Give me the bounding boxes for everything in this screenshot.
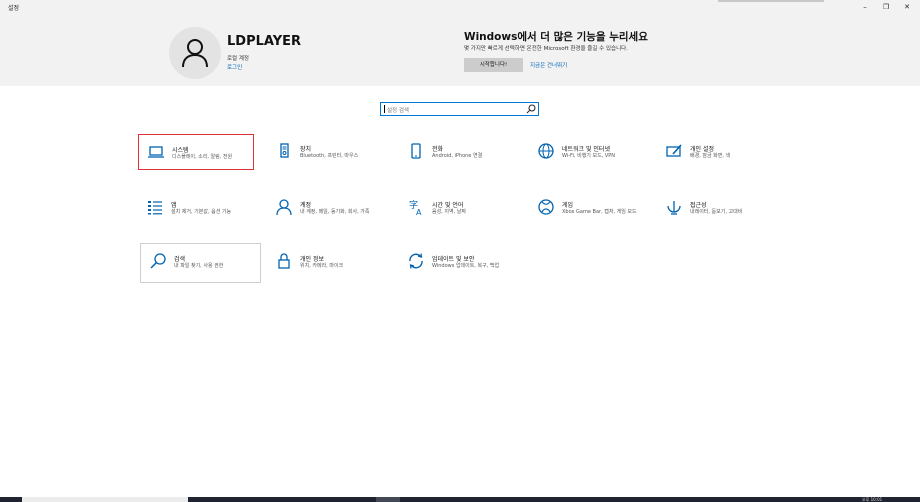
tile-devices[interactable]: 장치 Bluetooth, 프린터, 마우스 [267, 134, 383, 170]
xbox-icon [538, 199, 554, 215]
login-link[interactable]: 로그인 [227, 63, 242, 71]
globe-icon [538, 143, 554, 159]
title-bar-strip [718, 0, 824, 2]
app-title: 설정 [8, 5, 20, 12]
tile-privacy[interactable]: 개인 정보 위치, 카메라, 마이크 [267, 244, 383, 280]
tile-description: 배경, 잠금 화면, 색 [690, 153, 731, 159]
tile-title: 업데이트 및 보안 [432, 256, 475, 263]
devices-icon [280, 143, 289, 158]
minimize-button[interactable]: – [858, 2, 872, 13]
tile-apps[interactable]: 앱 설치 제거, 기본값, 옵션 기능 [138, 190, 254, 226]
tile-personalization[interactable]: 개인 설정 배경, 잠금 화면, 색 [657, 134, 773, 170]
tile-description: 디스플레이, 소리, 알림, 전원 [172, 154, 233, 160]
tile-title: 전화 [432, 146, 444, 153]
lock-icon [278, 253, 290, 269]
tile-description: Wi-Fi, 비행기 모드, VPN [562, 153, 616, 159]
language-icon: 字 A [409, 199, 422, 217]
tile-update-security[interactable]: 업데이트 및 보안 Windows 업데이트, 복구, 백업 [399, 244, 515, 280]
tile-description: 음성, 지역, 날짜 [432, 209, 466, 215]
search-placeholder: 설정 검색 [387, 108, 409, 114]
taskbar-clock[interactable]: 오후 10:01 [862, 497, 882, 502]
tile-phone[interactable]: 전화 Android, iPhone 연결 [399, 134, 515, 170]
account-header [0, 16, 920, 86]
tile-description: Bluetooth, 프린터, 마우스 [300, 153, 359, 159]
search-icon [150, 253, 166, 269]
person-icon [276, 199, 292, 216]
laptop-icon [148, 146, 164, 158]
tile-system[interactable]: 시스템 디스플레이, 소리, 알림, 전원 [138, 134, 254, 170]
tile-description: 내 계정, 메일, 동기화, 회사, 가족 [300, 209, 370, 215]
avatar[interactable] [169, 27, 221, 79]
tile-description: 내 파일 찾기, 사용 권한 [174, 263, 224, 269]
skip-link[interactable]: 지금은 건너뛰기 [530, 61, 567, 69]
tile-description: 위치, 카메라, 마이크 [300, 263, 344, 269]
tile-title: 시스템 [172, 147, 189, 154]
tile-title: 게임 [562, 202, 574, 209]
tile-description: 내레이터, 돋보기, 고대비 [690, 209, 743, 215]
tile-title: 장치 [300, 146, 312, 153]
phone-icon [411, 143, 421, 159]
person-icon [182, 39, 208, 68]
promo-title: Windows에서 더 많은 기능을 누리세요 [464, 31, 648, 43]
refresh-icon [409, 253, 423, 269]
settings-search-input[interactable]: 설정 검색 [380, 102, 539, 116]
tile-title: 검색 [174, 256, 186, 263]
brush-icon [666, 144, 682, 157]
tile-search[interactable]: 검색 내 파일 찾기, 사용 권한 [140, 243, 261, 283]
tile-accounts[interactable]: 계정 내 계정, 메일, 동기화, 회사, 가족 [267, 190, 383, 226]
account-type: 로컬 계정 [227, 56, 249, 62]
accessibility-icon [667, 201, 681, 215]
tile-description: Windows 업데이트, 복구, 백업 [432, 263, 500, 269]
tile-gaming[interactable]: 게임 Xbox Game Bar, 캡처, 게임 모드 [529, 190, 645, 226]
start-button[interactable]: 시작합니다! [464, 58, 523, 72]
tile-title: 네트워크 및 인터넷 [562, 146, 610, 153]
tile-title: 앱 [171, 202, 177, 209]
tile-description: 설치 제거, 기본값, 옵션 기능 [171, 209, 232, 215]
taskbar-search-area[interactable] [22, 497, 188, 502]
search-icon[interactable] [526, 104, 536, 114]
text-caret [384, 105, 385, 113]
tile-title: 시간 및 언어 [432, 202, 464, 209]
account-name: LDPLAYER [227, 34, 302, 49]
tile-title: 개인 설정 [690, 146, 714, 153]
promo-description: 몇 가지만 빠르게 선택하면 온전한 Microsoft 환경을 즐길 수 있습… [464, 46, 628, 52]
tile-network[interactable]: 네트워크 및 인터넷 Wi-Fi, 비행기 모드, VPN [529, 134, 645, 170]
tile-description: Xbox Game Bar, 캡처, 게임 모드 [562, 209, 637, 215]
tile-title: 접근성 [690, 202, 707, 209]
tile-title: 개인 정보 [300, 256, 324, 263]
taskbar-active-app[interactable] [376, 497, 400, 502]
tile-ease-of-access[interactable]: 접근성 내레이터, 돋보기, 고대비 [657, 190, 773, 226]
tile-time-language[interactable]: 字 A 시간 및 언어 음성, 지역, 날짜 [399, 190, 515, 226]
maximize-button[interactable]: ❐ [879, 2, 893, 13]
tile-description: Android, iPhone 연결 [432, 153, 483, 159]
apps-list-icon [148, 201, 162, 215]
title-bar: 설정 [0, 0, 920, 16]
tile-title: 계정 [300, 202, 312, 209]
close-button[interactable]: ✕ [900, 2, 914, 13]
svg-text:A: A [416, 208, 422, 217]
